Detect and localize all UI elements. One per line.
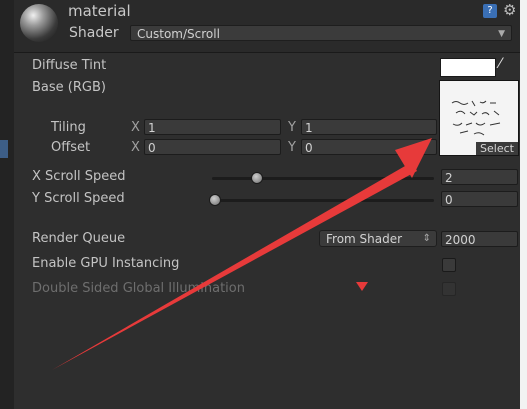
- offset-label: Offset: [51, 140, 91, 155]
- offset-y-axis-label: Y: [288, 140, 296, 155]
- selection-accent: [0, 140, 8, 158]
- render-queue-dropdown[interactable]: From Shader ⇕: [319, 230, 437, 247]
- eyedropper-icon[interactable]: ⁄: [499, 56, 501, 72]
- y-scroll-speed-slider-thumb[interactable]: [209, 194, 221, 206]
- render-queue-mode: From Shader: [326, 232, 403, 246]
- diffuse-tint-color-field[interactable]: [440, 58, 496, 77]
- chevron-down-icon: ▼: [498, 29, 505, 39]
- diffuse-tint-label: Diffuse Tint: [32, 58, 107, 73]
- double-sided-gi-checkbox: [442, 282, 456, 296]
- offset-x-field[interactable]: 0: [144, 139, 281, 155]
- gpu-instancing-label: Enable GPU Instancing: [32, 256, 180, 271]
- left-panel-edge: [0, 0, 14, 409]
- x-scroll-speed-label: X Scroll Speed: [32, 169, 126, 184]
- annotation-marker: [356, 282, 368, 291]
- header-divider: [14, 52, 520, 53]
- shader-dropdown[interactable]: Custom/Scroll ▼: [130, 25, 512, 41]
- tiling-label: Tiling: [51, 120, 86, 135]
- x-scroll-speed-slider-thumb[interactable]: [251, 172, 263, 184]
- help-icon[interactable]: ?: [483, 4, 497, 18]
- base-texture-slot[interactable]: Select: [439, 80, 519, 156]
- texture-select-button[interactable]: Select: [476, 142, 518, 155]
- x-scroll-speed-slider[interactable]: [212, 177, 434, 180]
- texture-thumbnail: [451, 100, 501, 136]
- y-scroll-speed-slider[interactable]: [212, 199, 434, 202]
- window-edge: [520, 0, 527, 409]
- double-sided-gi-label: Double Sided Global Illumination: [32, 281, 245, 296]
- tiling-y-field[interactable]: 1: [301, 119, 437, 135]
- y-scroll-speed-field[interactable]: 0: [441, 191, 518, 207]
- y-scroll-speed-label: Y Scroll Speed: [32, 191, 125, 206]
- tiling-x-field[interactable]: 1: [144, 119, 281, 135]
- offset-y-field[interactable]: 0: [301, 139, 437, 155]
- render-queue-label: Render Queue: [32, 231, 126, 246]
- render-queue-field[interactable]: 2000: [441, 231, 518, 247]
- tiling-y-axis-label: Y: [288, 120, 296, 135]
- gpu-instancing-checkbox[interactable]: [442, 258, 456, 272]
- shader-label: Shader: [69, 25, 119, 41]
- updown-arrow-icon: ⇕: [422, 233, 431, 244]
- offset-x-axis-label: X: [131, 140, 140, 155]
- base-texture-label: Base (RGB): [32, 80, 106, 95]
- tiling-x-axis-label: X: [131, 120, 140, 135]
- x-scroll-speed-field[interactable]: 2: [441, 169, 518, 185]
- material-name: material: [68, 2, 131, 20]
- gear-icon[interactable]: ⚙: [503, 1, 516, 19]
- material-preview-sphere: [20, 4, 58, 42]
- shader-value: Custom/Scroll: [137, 27, 220, 41]
